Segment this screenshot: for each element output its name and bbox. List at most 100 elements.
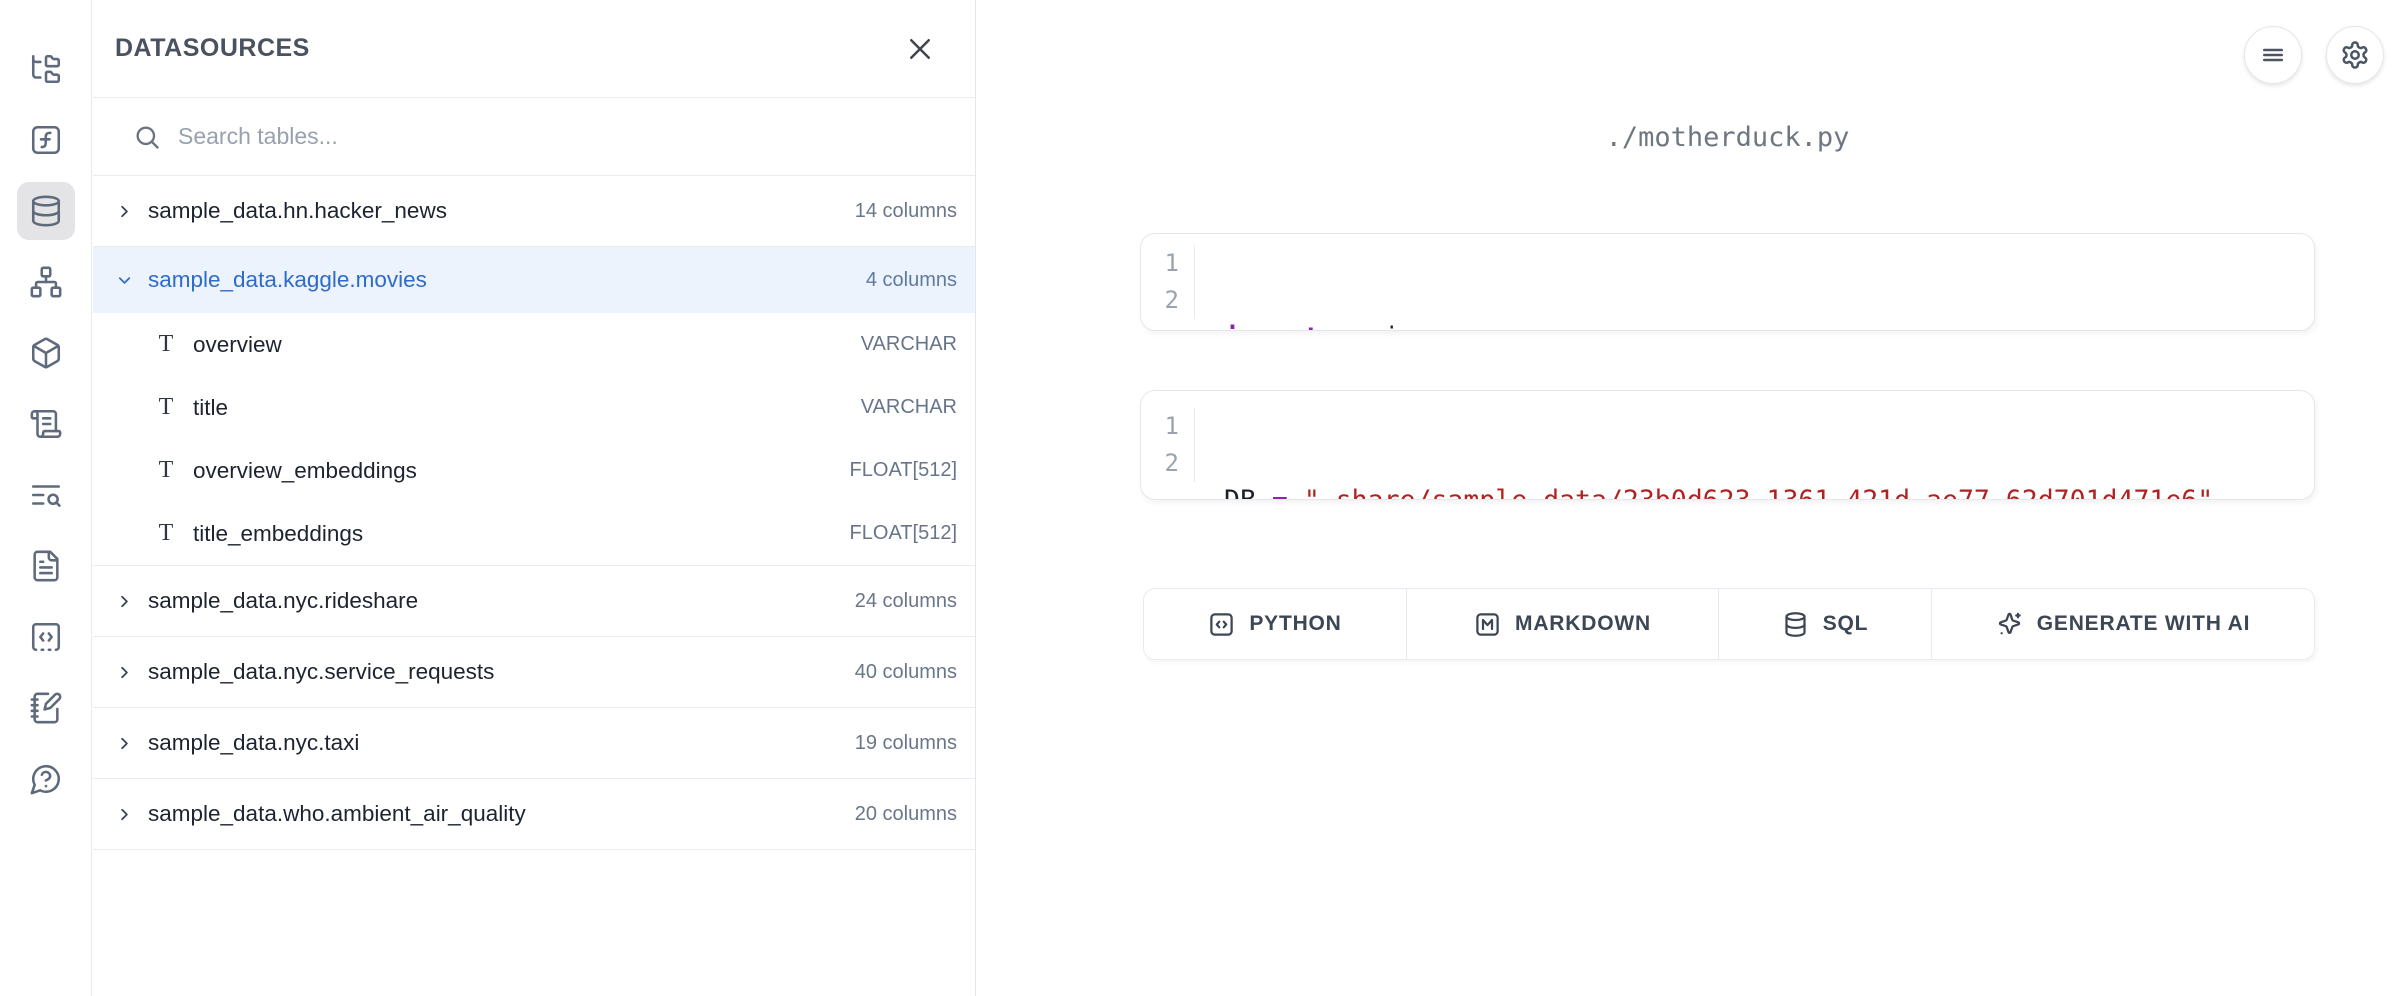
panel-title: DATASOURCES	[115, 34, 310, 63]
line-numbers: 1 2	[1141, 245, 1195, 319]
column-type: VARCHAR	[861, 333, 957, 356]
markdown-square-icon	[1474, 611, 1501, 638]
column-row-overview[interactable]: T overview VARCHAR	[93, 313, 975, 376]
chevron-right-icon	[115, 202, 134, 221]
scroll-icon	[29, 407, 63, 441]
close-icon	[905, 34, 935, 64]
add-markdown-cell-button[interactable]: MARKDOWN	[1407, 589, 1719, 659]
notebook-filename[interactable]: ./motherduck.py	[1140, 122, 2315, 153]
table-row-nyc-rideshare[interactable]: sample_data.nyc.rideshare 24 columns	[93, 566, 975, 637]
add-button-label: SQL	[1823, 612, 1869, 636]
table-name: sample_data.hn.hacker_news	[148, 198, 447, 224]
datasources-panel: DATASOURCES sample_data.hn.hacker_news 1…	[93, 0, 976, 996]
column-row-overview-embeddings[interactable]: T overview_embeddings FLOAT[512]	[93, 439, 975, 502]
column-type: VARCHAR	[861, 396, 957, 419]
search-icon	[133, 123, 161, 151]
function-square-icon	[29, 123, 63, 157]
sparkles-icon	[1996, 611, 2023, 638]
add-cell-toolbar: PYTHON MARKDOWN SQL GENERATE WITH AI	[1143, 588, 2315, 660]
code-line: import marimo as mo	[1224, 319, 1527, 331]
sidebar-item-documentation[interactable]	[17, 537, 75, 595]
generate-with-ai-button[interactable]: GENERATE WITH AI	[1932, 589, 2314, 659]
tables-list: sample_data.hn.hacker_news 14 columns sa…	[93, 176, 975, 850]
code-editor[interactable]: DB = "_share/sample_data/23b0d623-1361-4…	[1195, 408, 2213, 482]
line-numbers: 1 2	[1141, 408, 1195, 482]
add-python-cell-button[interactable]: PYTHON	[1144, 589, 1407, 659]
code-line: DB = "_share/sample_data/23b0d623-1361-4…	[1224, 482, 2213, 500]
column-name: title_embeddings	[193, 521, 363, 547]
table-search	[93, 98, 975, 176]
add-button-label: GENERATE WITH AI	[2037, 612, 2250, 636]
sidebar-item-logs[interactable]	[17, 395, 75, 453]
chevron-down-icon	[115, 271, 134, 290]
add-button-label: MARKDOWN	[1515, 612, 1651, 636]
top-actions	[2244, 26, 2384, 84]
settings-button[interactable]	[2326, 26, 2384, 84]
table-columns-count: 4 columns	[866, 269, 957, 292]
text-type-icon: T	[155, 457, 177, 484]
code-cell-imports[interactable]: 1 2 import marimo as mo import duckdb	[1140, 233, 2315, 331]
database-icon	[1782, 611, 1809, 638]
column-type: FLOAT[512]	[850, 522, 957, 545]
gear-icon	[2340, 40, 2370, 70]
table-columns-count: 40 columns	[855, 661, 957, 684]
database-icon	[29, 194, 63, 228]
hamburger-menu-icon	[2258, 40, 2288, 70]
code-editor[interactable]: import marimo as mo import duckdb	[1195, 245, 1527, 319]
sidebar-item-help[interactable]	[17, 750, 75, 808]
movies-columns-group: T overview VARCHAR T title VARCHAR T ove…	[93, 313, 975, 566]
package-box-icon	[29, 336, 63, 370]
table-columns-count: 20 columns	[855, 803, 957, 826]
sidebar-item-datasources[interactable]	[17, 182, 75, 240]
chevron-right-icon	[115, 592, 134, 611]
add-sql-cell-button[interactable]: SQL	[1719, 589, 1932, 659]
network-graph-icon	[29, 265, 63, 299]
sidebar-item-notes[interactable]	[17, 679, 75, 737]
table-columns-count: 19 columns	[855, 732, 957, 755]
code-cell-attach-db[interactable]: 1 2 DB = "_share/sample_data/23b0d623-13…	[1140, 390, 2315, 500]
text-type-icon: T	[155, 331, 177, 358]
folder-tree-icon	[29, 52, 63, 86]
sidebar-item-file-explorer[interactable]	[17, 40, 75, 98]
line-number: 2	[1141, 282, 1179, 319]
close-panel-button[interactable]	[905, 34, 935, 64]
notebook-area: ./motherduck.py 1 2 import marimo as mo …	[977, 0, 2399, 996]
code-square-dashed-icon	[29, 620, 63, 654]
table-name: sample_data.who.ambient_air_quality	[148, 801, 526, 827]
sidebar-item-outline-search[interactable]	[17, 466, 75, 524]
table-columns-count: 14 columns	[855, 200, 957, 223]
table-name: sample_data.kaggle.movies	[148, 267, 427, 293]
datasources-panel-header: DATASOURCES	[93, 0, 975, 98]
column-type: FLOAT[512]	[850, 459, 957, 482]
search-input[interactable]	[178, 123, 975, 150]
sidebar-item-packages[interactable]	[17, 324, 75, 382]
notebook-menu-button[interactable]	[2244, 26, 2302, 84]
sidebar-item-dependencies[interactable]	[17, 253, 75, 311]
column-name: overview	[193, 332, 282, 358]
table-row-hacker-news[interactable]: sample_data.hn.hacker_news 14 columns	[93, 176, 975, 247]
table-row-kaggle-movies[interactable]: sample_data.kaggle.movies 4 columns	[93, 247, 975, 313]
column-row-title-embeddings[interactable]: T title_embeddings FLOAT[512]	[93, 502, 975, 565]
notebook-pen-icon	[29, 691, 63, 725]
column-row-title[interactable]: T title VARCHAR	[93, 376, 975, 439]
line-number: 1	[1141, 245, 1179, 282]
table-name: sample_data.nyc.service_requests	[148, 659, 494, 685]
chat-question-icon	[29, 762, 63, 796]
chevron-right-icon	[115, 734, 134, 753]
table-row-nyc-service-requests[interactable]: sample_data.nyc.service_requests 40 colu…	[93, 637, 975, 708]
table-name: sample_data.nyc.taxi	[148, 730, 359, 756]
add-button-label: PYTHON	[1249, 612, 1341, 636]
table-row-who-ambient-air-quality[interactable]: sample_data.who.ambient_air_quality 20 c…	[93, 779, 975, 850]
file-text-icon	[29, 549, 63, 583]
sidebar-item-scratchpad[interactable]	[17, 111, 75, 169]
column-name: title	[193, 395, 228, 421]
line-number: 2	[1141, 445, 1179, 482]
chevron-right-icon	[115, 663, 134, 682]
text-search-icon	[29, 478, 63, 512]
text-type-icon: T	[155, 394, 177, 421]
table-row-nyc-taxi[interactable]: sample_data.nyc.taxi 19 columns	[93, 708, 975, 779]
line-number: 1	[1141, 408, 1179, 445]
activity-rail	[0, 0, 92, 996]
sidebar-item-snippets[interactable]	[17, 608, 75, 666]
chevron-right-icon	[115, 805, 134, 824]
